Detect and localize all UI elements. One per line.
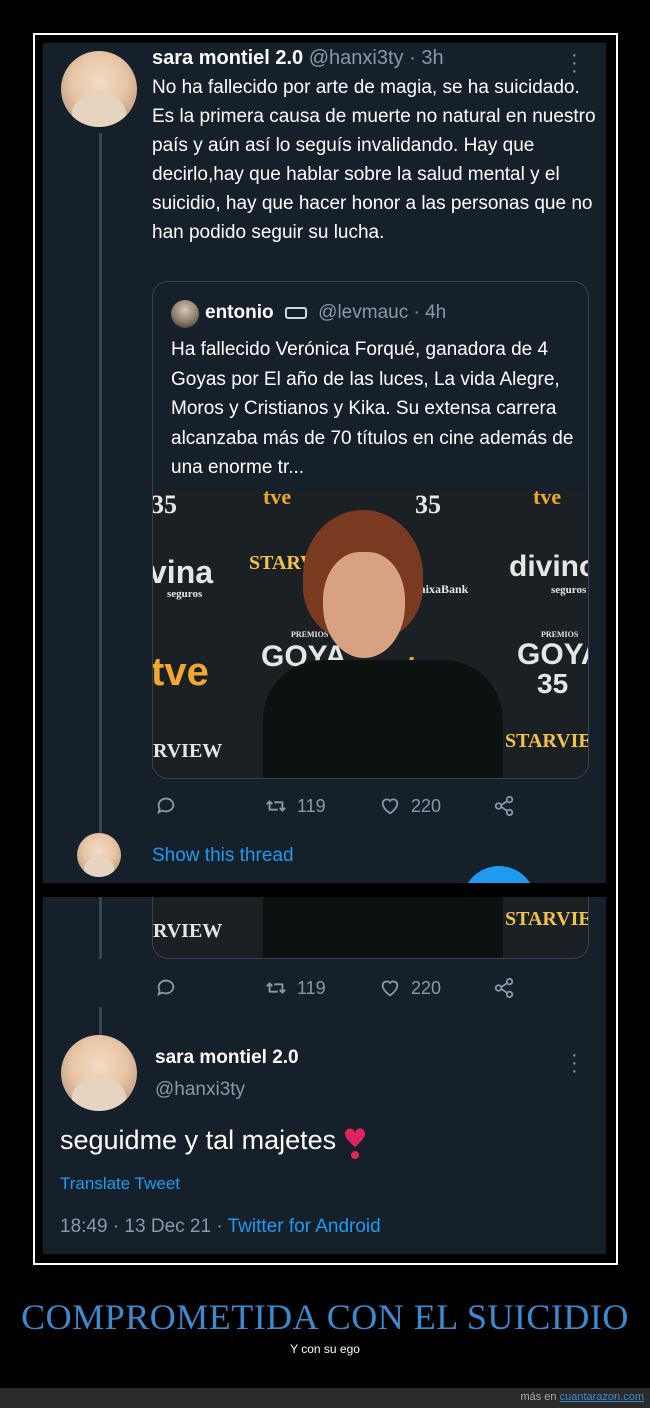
retweet-button[interactable]: 119 [265,795,326,817]
handle: @hanxi3ty [155,1079,246,1100]
backdrop-text: tve [263,490,292,509]
quoted-handle-time: @levmauc · 4h [318,302,447,323]
woman-dress [263,660,503,778]
tweet-text-row: seguidme y tal majetes [60,1125,366,1159]
quoted-tweet[interactable]: entonio @levmauc · 4h Ha fallecido Verón… [152,281,589,779]
heart-icon [381,798,399,815]
share-button[interactable] [493,795,515,817]
quoted-avatar [171,300,199,328]
backdrop-text: PREMIOS [291,630,329,639]
backdrop-text: PREMIOS [541,630,579,639]
reply-icon [157,797,175,815]
backdrop-text: RVIEW [153,920,223,942]
woman-face [323,552,405,658]
retweet-count: 119 [297,977,326,998]
tweet-text: No ha fallecido por arte de magia, se ha… [152,77,596,243]
woman-dress [263,897,503,958]
share-button[interactable] [493,977,515,999]
quoted-display-name: entonio [205,302,274,323]
panel-gap [43,883,606,897]
site-link[interactable]: cuantarazon.com [560,1391,644,1403]
heart-icon [381,980,399,997]
retweet-icon [266,982,286,994]
like-count: 220 [411,977,442,998]
like-count: 220 [411,795,442,816]
site-footer: más en cuantarazon.com [0,1388,650,1408]
backdrop-text: seguros [167,588,203,600]
like-button[interactable]: 220 [379,795,441,817]
avatar[interactable] [61,1035,137,1111]
tweet-text: seguidme y tal majetes [60,1125,337,1155]
reply-button[interactable] [155,795,177,817]
more-options-icon[interactable]: · · · [571,45,578,81]
quoted-photo[interactable]: 35 tve 35 tve vina seguros STARVIEW Caix… [153,490,589,778]
meme-subtitle: Y con su ego [290,1342,360,1356]
handle-time: @hanxi3ty · 3h [308,47,444,69]
retweet-count: 119 [297,795,326,816]
retweet-icon [266,800,286,812]
retweet-button[interactable]: 119 [265,977,326,999]
backdrop-text: RVIEW [153,740,223,762]
small-avatar[interactable] [77,833,121,877]
backdrop-text: STARVIEW [505,730,588,752]
backdrop-text: STARVIEW [505,908,588,930]
heart-exclamation-emoji-icon [344,1128,366,1159]
thread-line [99,133,102,833]
display-name[interactable]: sara montiel 2.0 [155,1047,299,1069]
reply-icon [157,979,175,997]
backdrop-text: tve [533,490,562,509]
backdrop-text: GOYA [517,638,588,671]
reply-button[interactable] [155,977,177,999]
avatar[interactable] [61,51,137,127]
display-name[interactable]: sara montiel 2.0 [152,47,303,69]
cassette-emoji-icon [284,306,307,319]
share-icon [494,977,514,999]
tweet-screenshot-2: RVIEW STARVIEW 119 220 sara montiel 2.0 … [43,897,606,1254]
thread-line [99,897,102,959]
backdrop-text: 35 [537,668,569,699]
backdrop-text: vina [153,554,214,590]
backdrop-text: 35 [415,490,441,519]
timestamp: 18:49 · 13 Dec 21 · [60,1216,228,1237]
photo-bottom[interactable]: RVIEW STARVIEW [152,897,589,959]
footer-prefix: más en [520,1391,560,1403]
share-icon [494,795,514,817]
backdrop-text: tve [153,650,209,694]
translate-tweet-link[interactable]: Translate Tweet [60,1174,180,1194]
source-link[interactable]: Twitter for Android [228,1216,381,1237]
tweet-screenshot-1: sara montiel 2.0 @hanxi3ty · 3h · · · No h… [43,43,606,883]
meme-title: COMPROMETIDA CON EL SUICIDIO [21,1297,629,1337]
like-button[interactable]: 220 [379,977,441,999]
thread-line [99,1007,102,1035]
backdrop-text: divino [509,550,589,583]
backdrop-text: seguros [551,584,587,596]
quoted-text: Ha fallecido Verónica Forqué, ganadora d… [171,339,574,478]
show-thread-link[interactable]: Show this thread [152,845,294,867]
more-options-icon[interactable]: · · · [571,1045,578,1081]
backdrop-text: 35 [153,490,177,519]
